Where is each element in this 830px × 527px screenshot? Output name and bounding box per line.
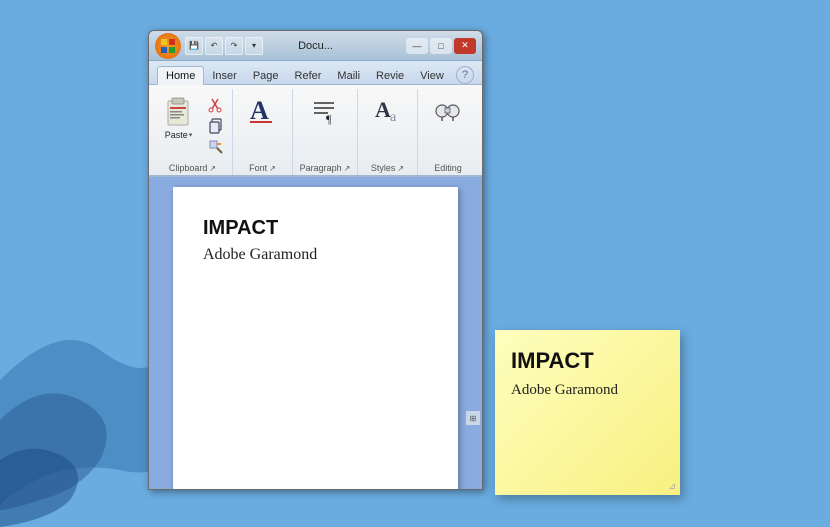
- document-area: ⊞ IMPACT Adobe Garamond: [149, 177, 482, 489]
- tab-mailings[interactable]: Maili: [329, 67, 368, 84]
- tab-review[interactable]: Revie: [368, 67, 412, 84]
- page-text-impact: IMPACT: [203, 217, 428, 240]
- help-button[interactable]: ?: [456, 66, 474, 84]
- close-button[interactable]: ✕: [454, 38, 476, 54]
- clipboard-small-buttons: [203, 93, 229, 157]
- styles-label: Styles ↗: [367, 161, 408, 175]
- sticky-garamond-text: Adobe Garamond: [511, 382, 664, 399]
- paste-label: Paste: [165, 130, 188, 140]
- tab-home[interactable]: Home: [157, 66, 204, 85]
- word-window: 💾 ↶ ↷ ▾ Docu... — □ ✕ Home Inser Page Re…: [148, 30, 483, 490]
- styles-expand[interactable]: ↗: [397, 164, 404, 173]
- document-page: IMPACT Adobe Garamond: [173, 187, 458, 489]
- font-expand[interactable]: ↗: [269, 164, 276, 173]
- title-bar-left: 💾 ↶ ↷ ▾: [155, 33, 263, 59]
- paragraph-icon: ¶: [309, 95, 341, 127]
- font-buttons: A: [243, 89, 283, 161]
- office-button[interactable]: [155, 33, 181, 59]
- styles-button[interactable]: A a: [368, 93, 408, 129]
- cut-button[interactable]: [203, 95, 229, 115]
- paragraph-expand[interactable]: ↗: [344, 164, 351, 173]
- ribbon-group-paragraph: ¶ Paragraph ↗: [293, 89, 358, 175]
- quick-dropdown-btn[interactable]: ▾: [245, 37, 263, 55]
- tab-view[interactable]: View: [412, 67, 452, 84]
- font-icon: A: [247, 95, 279, 127]
- document-scroll[interactable]: IMPACT Adobe Garamond: [149, 177, 482, 489]
- minimize-button[interactable]: —: [406, 38, 428, 54]
- window-title: Docu...: [298, 40, 333, 52]
- ribbon-group-styles: A a Styles ↗: [358, 89, 418, 175]
- styles-buttons: A a: [368, 89, 408, 161]
- editing-icon: [432, 95, 464, 127]
- save-quick-btn[interactable]: 💾: [185, 37, 203, 55]
- paste-button[interactable]: [157, 93, 201, 129]
- ribbon-group-editing: Editing: [418, 89, 478, 175]
- ribbon-expand-handle[interactable]: ⊞: [466, 411, 480, 425]
- ribbon-tabs: Home Inser Page Refer Maili Revie View ?: [149, 61, 482, 85]
- svg-text:a: a: [390, 110, 397, 125]
- tab-page[interactable]: Page: [245, 67, 287, 84]
- paste-icon: [163, 95, 195, 127]
- ribbon-group-clipboard: Paste ▾: [153, 89, 233, 175]
- clipboard-expand[interactable]: ↗: [209, 164, 216, 173]
- paragraph-button[interactable]: ¶: [305, 93, 345, 129]
- tab-references[interactable]: Refer: [287, 67, 330, 84]
- paragraph-label: Paragraph ↗: [296, 161, 355, 175]
- editing-button[interactable]: [428, 93, 468, 129]
- clipboard-buttons: Paste ▾: [157, 89, 229, 161]
- paste-dropdown[interactable]: ▾: [189, 131, 193, 139]
- svg-text:A: A: [250, 96, 269, 125]
- sticky-resize-handle[interactable]: ⊿: [668, 481, 676, 492]
- sticky-impact-text: IMPACT: [511, 348, 664, 374]
- format-painter-button[interactable]: [203, 137, 229, 157]
- font-label: Font ↗: [245, 161, 280, 175]
- svg-text:¶: ¶: [326, 112, 332, 126]
- sticky-note: IMPACT Adobe Garamond ⊿: [495, 330, 680, 495]
- title-bar: 💾 ↶ ↷ ▾ Docu... — □ ✕: [149, 31, 482, 61]
- window-controls: — □ ✕: [406, 38, 476, 54]
- undo-quick-btn[interactable]: ↶: [205, 37, 223, 55]
- ribbon: Paste ▾: [149, 85, 482, 177]
- tab-insert[interactable]: Inser: [204, 67, 244, 84]
- paragraph-buttons: ¶: [305, 89, 345, 161]
- editing-label: Editing: [430, 161, 466, 175]
- page-text-garamond: Adobe Garamond: [203, 246, 428, 264]
- quick-access-toolbar: 💾 ↶ ↷ ▾: [185, 37, 263, 55]
- copy-button[interactable]: [203, 116, 229, 136]
- font-button[interactable]: A: [243, 93, 283, 129]
- clipboard-label: Clipboard ↗: [165, 161, 220, 175]
- ribbon-group-font: A Font ↗: [233, 89, 293, 175]
- redo-quick-btn[interactable]: ↷: [225, 37, 243, 55]
- styles-icon: A a: [372, 95, 404, 127]
- maximize-button[interactable]: □: [430, 38, 452, 54]
- editing-buttons: [428, 89, 468, 161]
- svg-text:A: A: [375, 97, 391, 122]
